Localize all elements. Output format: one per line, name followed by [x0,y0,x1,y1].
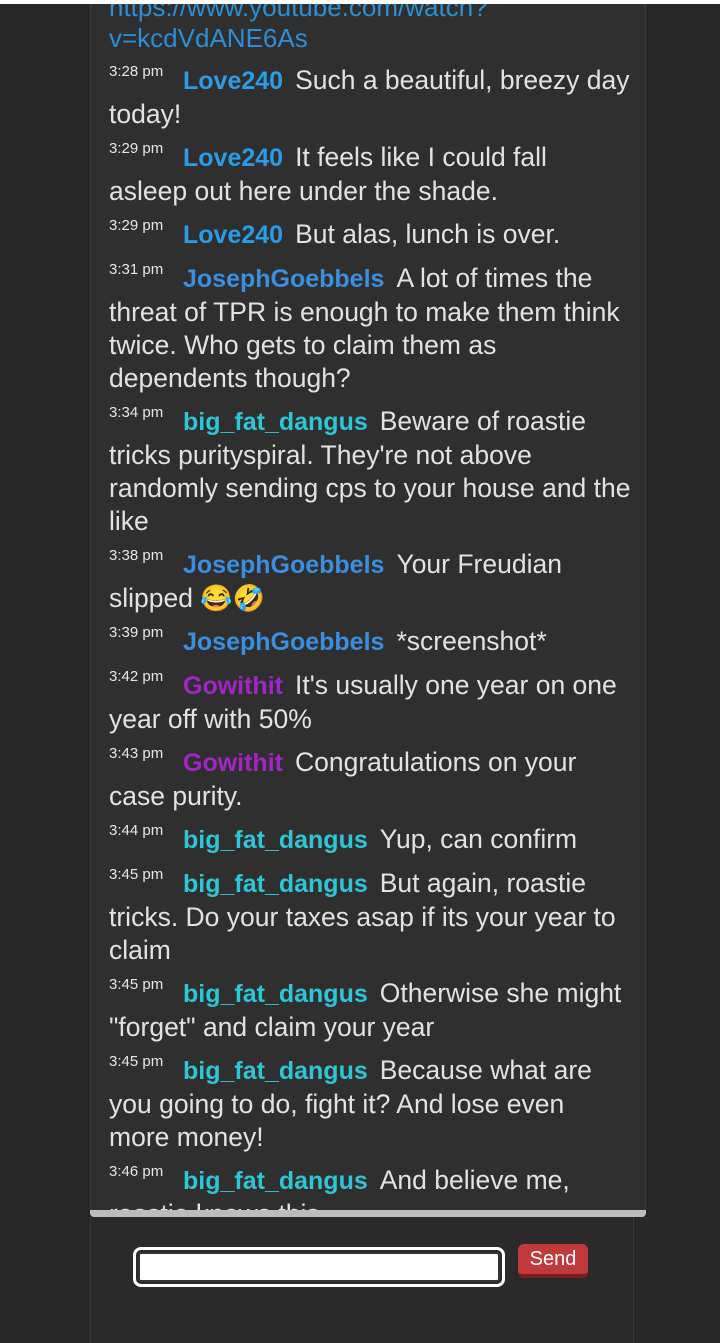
chat-message: 3:42 pm Gowithit It's usually one year on … [109,668,631,736]
chat-message: 3:44 pm big_fat_dangus Yup, can confirm [109,822,631,857]
chat-message: 3:34 pm big_fat_dangus Beware of roastie t… [109,404,631,538]
message-text: Congratulations on your case purity. [109,747,577,811]
message-input[interactable] [138,1252,500,1282]
message-timestamp: 3:29 pm [109,140,164,157]
message-text: But alas, lunch is over. [295,219,561,249]
message-username[interactable]: JosephGoebbels [183,549,384,582]
message-username[interactable]: Love240 [183,142,283,175]
chat-message: 3:29 pm Love240 But alas, lunch is over. [109,217,631,252]
chat-message: 3:45 pm big_fat_dangus Because what are yo… [109,1053,631,1154]
message-input-frame [133,1247,505,1287]
message-timestamp: 3:28 pm [109,63,164,80]
message-timestamp: 3:45 pm [109,1053,164,1070]
message-timestamp: 3:38 pm [109,547,164,564]
chat-message: 3:46 pmbig_fat_dangusAnd believe me, roa… [109,1163,631,1210]
message-timestamp: 3:42 pm [109,668,164,685]
message-timestamp: 3:46 pm [109,1163,164,1180]
message-text: Yup, can confirm [379,824,578,854]
chat-message: 3:29 pm Love240 It feels like I could fall… [109,140,631,208]
message-username[interactable]: Gowithit [183,670,283,703]
message-text: It feels like I could fall asleep out he… [109,142,547,206]
laughing-emoji-icon: 😂🤣 [200,583,266,613]
message-username[interactable]: Love240 [183,219,283,252]
message-username[interactable]: Love240 [183,65,283,98]
chat-message: 3:43 pm Gowithit Congratulations on your c… [109,745,631,813]
message-timestamp: 3:43 pm [109,745,164,762]
chat-message: 3:31 pm JosephGoebbels A lot of times the … [109,261,631,395]
chat-log[interactable]: https://www.youtube.com/watch? v=kcdVdAN… [90,4,646,1210]
message-username[interactable]: JosephGoebbels [183,626,384,659]
chat-message: 3:39 pm JosephGoebbels *screenshot* [109,624,631,659]
message-username[interactable]: big_fat_dangus [183,406,368,439]
message-timestamp: 3:31 pm [109,261,164,278]
message-timestamp: 3:34 pm [109,404,164,421]
message-timestamp: 3:45 pm [109,976,164,993]
message-username[interactable]: big_fat_dangus [183,824,368,857]
chat-link-line-2[interactable]: v=kcdVdANE6As [109,23,631,54]
message-timestamp: 3:39 pm [109,624,164,641]
message-username[interactable]: big_fat_dangus [183,1055,368,1088]
chat-message: 3:28 pm Love240 Such a beautiful, breezy d… [109,63,631,131]
message-username[interactable]: big_fat_dangus [183,1165,368,1198]
chat-message: 3:45 pm big_fat_dangus But again, roastie … [109,866,631,967]
message-username[interactable]: JosephGoebbels [183,263,384,296]
message-text: *screenshot* [396,626,547,656]
message-username[interactable]: big_fat_dangus [183,868,368,901]
message-timestamp: 3:29 pm [109,217,164,234]
message-username[interactable]: big_fat_dangus [183,978,368,1011]
message-username[interactable]: Gowithit [183,747,283,780]
chat-message: 3:38 pm JosephGoebbels Your Freudian slipp… [109,547,631,615]
chat-link-line-1[interactable]: https://www.youtube.com/watch? [109,4,631,23]
message-list: https://www.youtube.com/watch? v=kcdVdAN… [109,4,631,1210]
send-button[interactable]: Send [518,1244,588,1278]
message-timestamp: 3:44 pm [109,822,164,839]
compose-bar: Send [90,1217,634,1343]
message-timestamp: 3:45 pm [109,866,164,883]
chat-log-bottom-border [90,1210,646,1217]
chat-message: 3:45 pm big_fat_dangus Otherwise she might… [109,976,631,1044]
